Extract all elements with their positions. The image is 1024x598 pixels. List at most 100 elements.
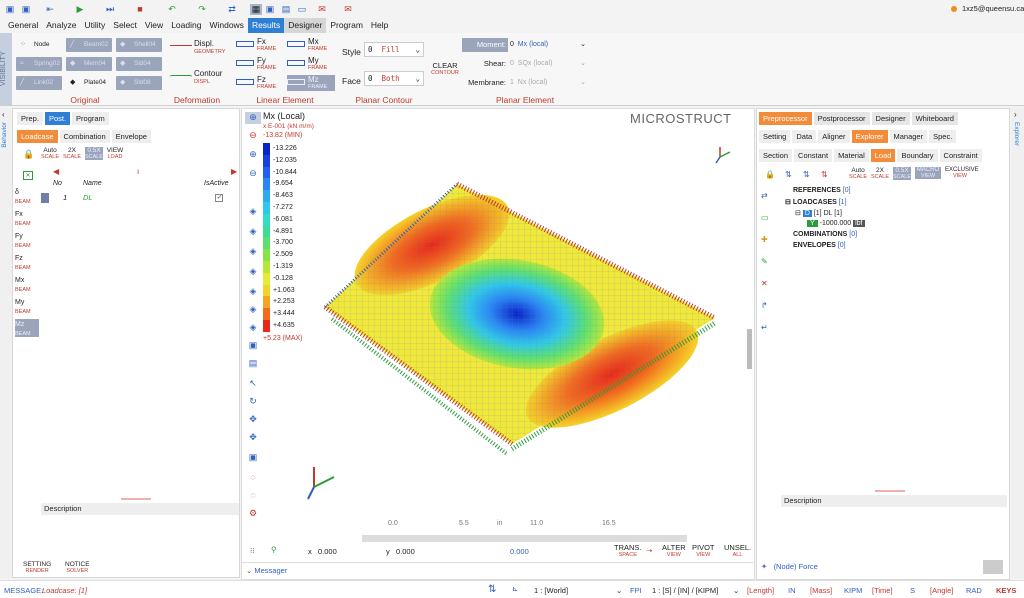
tab-explorer[interactable]: Explorer — [851, 130, 888, 143]
tab-postprocessor[interactable]: Postprocessor — [813, 112, 870, 125]
reset-icon[interactable]: ◌ — [245, 490, 261, 502]
node-button[interactable]: ⁘ Node — [16, 38, 62, 52]
macro-view-button[interactable]: MACRO VIEW — [915, 167, 941, 179]
tab-post[interactable]: Post. — [44, 112, 71, 125]
lock-icon[interactable]: 🔒 — [23, 149, 34, 160]
add-icon[interactable]: ✚ — [761, 235, 768, 244]
view-icon[interactable]: ▣ — [264, 4, 276, 15]
orbit-icon[interactable]: ✥ — [245, 432, 261, 444]
tree-loadcases[interactable]: ⊟ LOADCASES [1] — [785, 198, 847, 206]
length-unit[interactable]: IN — [788, 586, 796, 595]
time-unit[interactable]: S — [910, 586, 915, 595]
menu-view[interactable]: View — [141, 18, 167, 33]
row-selector[interactable] — [41, 193, 49, 203]
tree-references[interactable]: REFERENCES [0] — [793, 187, 851, 194]
notice-button[interactable]: NOTICE SOLVER — [65, 561, 90, 574]
next-icon[interactable]: ▶ — [231, 167, 237, 176]
load-z-icon[interactable]: ⇅ — [821, 170, 828, 179]
side-fx[interactable]: Fx BEAM — [15, 209, 31, 227]
settings-icon[interactable]: ⚙ — [245, 508, 261, 520]
mz-button[interactable]: Mz FRAME — [287, 75, 335, 91]
view-front-icon[interactable]: ◈ — [245, 226, 261, 238]
fit-icon[interactable]: ◌ — [245, 472, 261, 484]
tab-load[interactable]: Load — [870, 149, 896, 162]
view-bottom-icon[interactable]: ◈ — [245, 304, 261, 316]
tab-constant[interactable]: Constant — [794, 149, 833, 162]
axes-icon[interactable]: ⊾ — [512, 584, 518, 593]
zoom-in-icon[interactable]: ⊕ — [245, 149, 261, 161]
mem04-button[interactable]: ◆ Mem04 — [66, 57, 112, 71]
setting-button[interactable]: SETTING RENDER — [23, 561, 51, 574]
plate04-button[interactable]: ◆ Plate04 — [66, 76, 112, 90]
view-side-icon[interactable]: ◈ — [245, 266, 261, 278]
edit-icon[interactable]: ✎ — [761, 257, 768, 266]
menu-program[interactable]: Program — [326, 18, 367, 33]
tab-prep[interactable]: Prep. — [17, 112, 43, 125]
fy-button[interactable]: Fy FRAME — [236, 56, 286, 72]
tab-section[interactable]: Section — [759, 149, 793, 162]
calendar-icon[interactable]: ▤ — [280, 4, 292, 15]
half-scale-button[interactable]: 0.5X SCALE — [85, 147, 103, 160]
lock-icon[interactable]: 🔒 — [765, 170, 775, 179]
auto-scale-button[interactable]: Auto SCALE — [41, 147, 59, 160]
layer-icon[interactable]: ▤ — [245, 358, 261, 370]
tab-envelope[interactable]: Envelope — [111, 130, 151, 143]
2x-scale-button[interactable]: 2X SCALE — [871, 167, 889, 180]
side-mz[interactable]: Mz BEAM — [15, 319, 39, 337]
export-icon[interactable]: ↱ — [761, 301, 768, 310]
sort-icon[interactable]: ⇅ — [488, 584, 496, 595]
messager-bar[interactable]: ⌄ Messager — [242, 562, 754, 578]
run-icon[interactable]: ▶ — [74, 4, 86, 15]
view-back-icon[interactable]: ◈ — [245, 286, 261, 298]
splitter[interactable] — [121, 498, 151, 500]
tree-load-item[interactable]: Y -1000.000 lbf — [807, 220, 865, 227]
y-coord[interactable]: 0.000 — [396, 547, 415, 556]
shell04-button[interactable]: ◆ Shell04 — [116, 38, 162, 52]
units-select[interactable]: 1 : [S] / [IN] / [KIPM] — [652, 586, 718, 595]
menu-help[interactable]: Help — [367, 18, 392, 33]
keys-button[interactable]: KEYS — [996, 586, 1016, 595]
clear-contour-button[interactable]: CLEAR CONTOUR — [430, 61, 460, 76]
menu-windows[interactable]: Windows — [205, 18, 247, 33]
tab-manager[interactable]: Manager — [889, 130, 928, 143]
unselect-all-button[interactable]: UNSEL. ALL — [724, 543, 751, 558]
mx-button[interactable]: Mx FRAME — [287, 37, 335, 53]
grid-icon[interactable]: ▭ — [761, 213, 769, 222]
face-select[interactable]: 0 Both ⌄ — [364, 71, 424, 86]
tab-setting[interactable]: Setting — [759, 130, 791, 143]
style-select[interactable]: 0 Fill ⌄ — [364, 42, 424, 57]
alter-view-button[interactable]: ALTER VIEW — [662, 543, 686, 558]
collapse-icon[interactable]: ⊟ — [795, 210, 801, 217]
expand-icon[interactable]: ⌄ — [246, 566, 252, 575]
load-x-icon[interactable]: ⇅ — [785, 170, 792, 179]
toggle-icon[interactable]: ✕ — [23, 171, 33, 180]
delete-icon[interactable]: ✕ — [761, 279, 768, 288]
half-scale-button[interactable]: 0.5X SCALE — [893, 167, 911, 180]
side-fz[interactable]: Fz BEAM — [15, 253, 31, 271]
trans-space-button[interactable]: TRANS. SPACE — [614, 543, 642, 558]
viewport[interactable]: Mx (Local) x E-001 (kN m/m) -13.82 (MIN)… — [241, 108, 755, 580]
tab-whiteboard[interactable]: Whiteboard — [911, 112, 958, 125]
moment-select[interactable]: 0 Mx (local) ⌄ — [510, 38, 588, 52]
collapse-right-icon[interactable]: › — [1014, 110, 1017, 119]
user-email[interactable]: 1xz5@queensu.ca — [962, 4, 1024, 13]
x-coord[interactable]: 0.000 — [318, 547, 337, 556]
z-coord[interactable]: 0.000 — [510, 547, 529, 556]
tab-data[interactable]: Data — [792, 130, 817, 143]
zoom-window-icon[interactable]: ⊕ — [245, 112, 261, 124]
tab-designer[interactable]: Designer — [871, 112, 910, 125]
screen-icon[interactable]: ▭ — [296, 4, 308, 15]
side-my[interactable]: My BEAM — [15, 297, 31, 315]
menu-utility[interactable]: Utility — [81, 18, 110, 33]
fz-button[interactable]: Fz FRAME — [236, 75, 286, 91]
view-top-icon[interactable]: ◈ — [245, 246, 261, 258]
stop-icon[interactable]: ■ — [134, 4, 146, 15]
h-scrollbar[interactable] — [362, 535, 687, 542]
contour-button[interactable]: Contour DISPL — [170, 69, 225, 89]
v-scrollbar[interactable] — [747, 329, 752, 369]
sld08-button[interactable]: ◆ Sld08 — [116, 76, 162, 90]
tab-constraint[interactable]: Constraint — [939, 149, 982, 162]
view-iso-icon[interactable]: ◈ — [245, 206, 261, 218]
view-left-icon[interactable]: ◈ — [245, 322, 261, 334]
import-icon[interactable]: ↵ — [761, 323, 768, 332]
